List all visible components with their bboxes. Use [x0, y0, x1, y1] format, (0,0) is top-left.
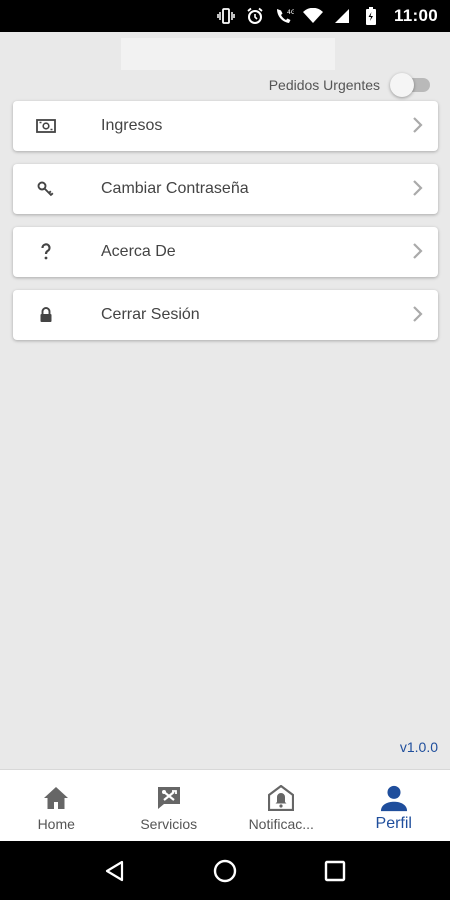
nav-item-label: Home: [37, 816, 75, 832]
alarm-icon: [245, 7, 265, 25]
menu-item-acerca-de[interactable]: Acerca De: [13, 227, 438, 277]
lock-icon: [35, 304, 57, 326]
notifications-icon: [267, 784, 295, 812]
nav-item-perfil[interactable]: Perfil: [338, 770, 450, 842]
urgent-orders-toggle[interactable]: [390, 73, 432, 97]
chevron-right-icon: [411, 178, 425, 198]
person-icon: [380, 784, 408, 812]
signal-icon: [332, 7, 352, 25]
home-circle-icon[interactable]: [210, 856, 240, 886]
svg-text:4G: 4G: [287, 9, 294, 16]
profile-menu: Ingresos Cambiar Contraseña Acerca De Ce…: [13, 101, 438, 353]
urgent-orders-row: Pedidos Urgentes: [269, 70, 432, 100]
question-icon: [35, 241, 57, 263]
vibrate-icon: [216, 7, 236, 25]
wifi-calling-icon: 4G: [274, 7, 294, 25]
back-icon[interactable]: [100, 856, 130, 886]
menu-item-label: Ingresos: [101, 117, 163, 134]
nav-item-label: Perfil: [375, 815, 412, 832]
nav-item-label: Servicios: [140, 816, 198, 832]
menu-item-label: Acerca De: [101, 243, 176, 260]
chevron-right-icon: [411, 304, 425, 324]
menu-item-cerrar-sesion[interactable]: Cerrar Sesión: [13, 290, 438, 340]
status-bar: 4G 11:00: [0, 0, 450, 32]
toggle-knob: [390, 73, 414, 97]
battery-icon: [361, 7, 381, 25]
chevron-right-icon: [411, 115, 425, 135]
key-icon: [35, 178, 57, 200]
menu-item-label: Cambiar Contraseña: [101, 180, 249, 197]
status-time: 11:00: [393, 6, 438, 25]
nav-item-notificaciones[interactable]: Notificac...: [225, 770, 338, 842]
urgent-orders-label: Pedidos Urgentes: [268, 77, 380, 93]
user-name-placeholder: [121, 38, 335, 70]
chevron-right-icon: [411, 241, 425, 261]
nav-item-servicios[interactable]: Servicios: [113, 770, 226, 842]
menu-item-ingresos[interactable]: Ingresos: [13, 101, 438, 151]
system-nav-bar: [0, 841, 450, 900]
wifi-icon: [302, 7, 323, 25]
home-icon: [42, 784, 70, 812]
nav-item-home[interactable]: Home: [0, 770, 113, 842]
nav-item-label: Notificac...: [248, 816, 314, 832]
services-icon: [155, 784, 183, 812]
bottom-nav: Home Servicios Notificac... Perfil: [0, 769, 450, 841]
app-version: v1.0.0: [399, 739, 438, 755]
menu-item-label: Cerrar Sesión: [101, 306, 200, 323]
menu-item-cambiar-contrasena[interactable]: Cambiar Contraseña: [13, 164, 438, 214]
money-icon: [35, 115, 57, 137]
recents-icon[interactable]: [320, 856, 350, 886]
